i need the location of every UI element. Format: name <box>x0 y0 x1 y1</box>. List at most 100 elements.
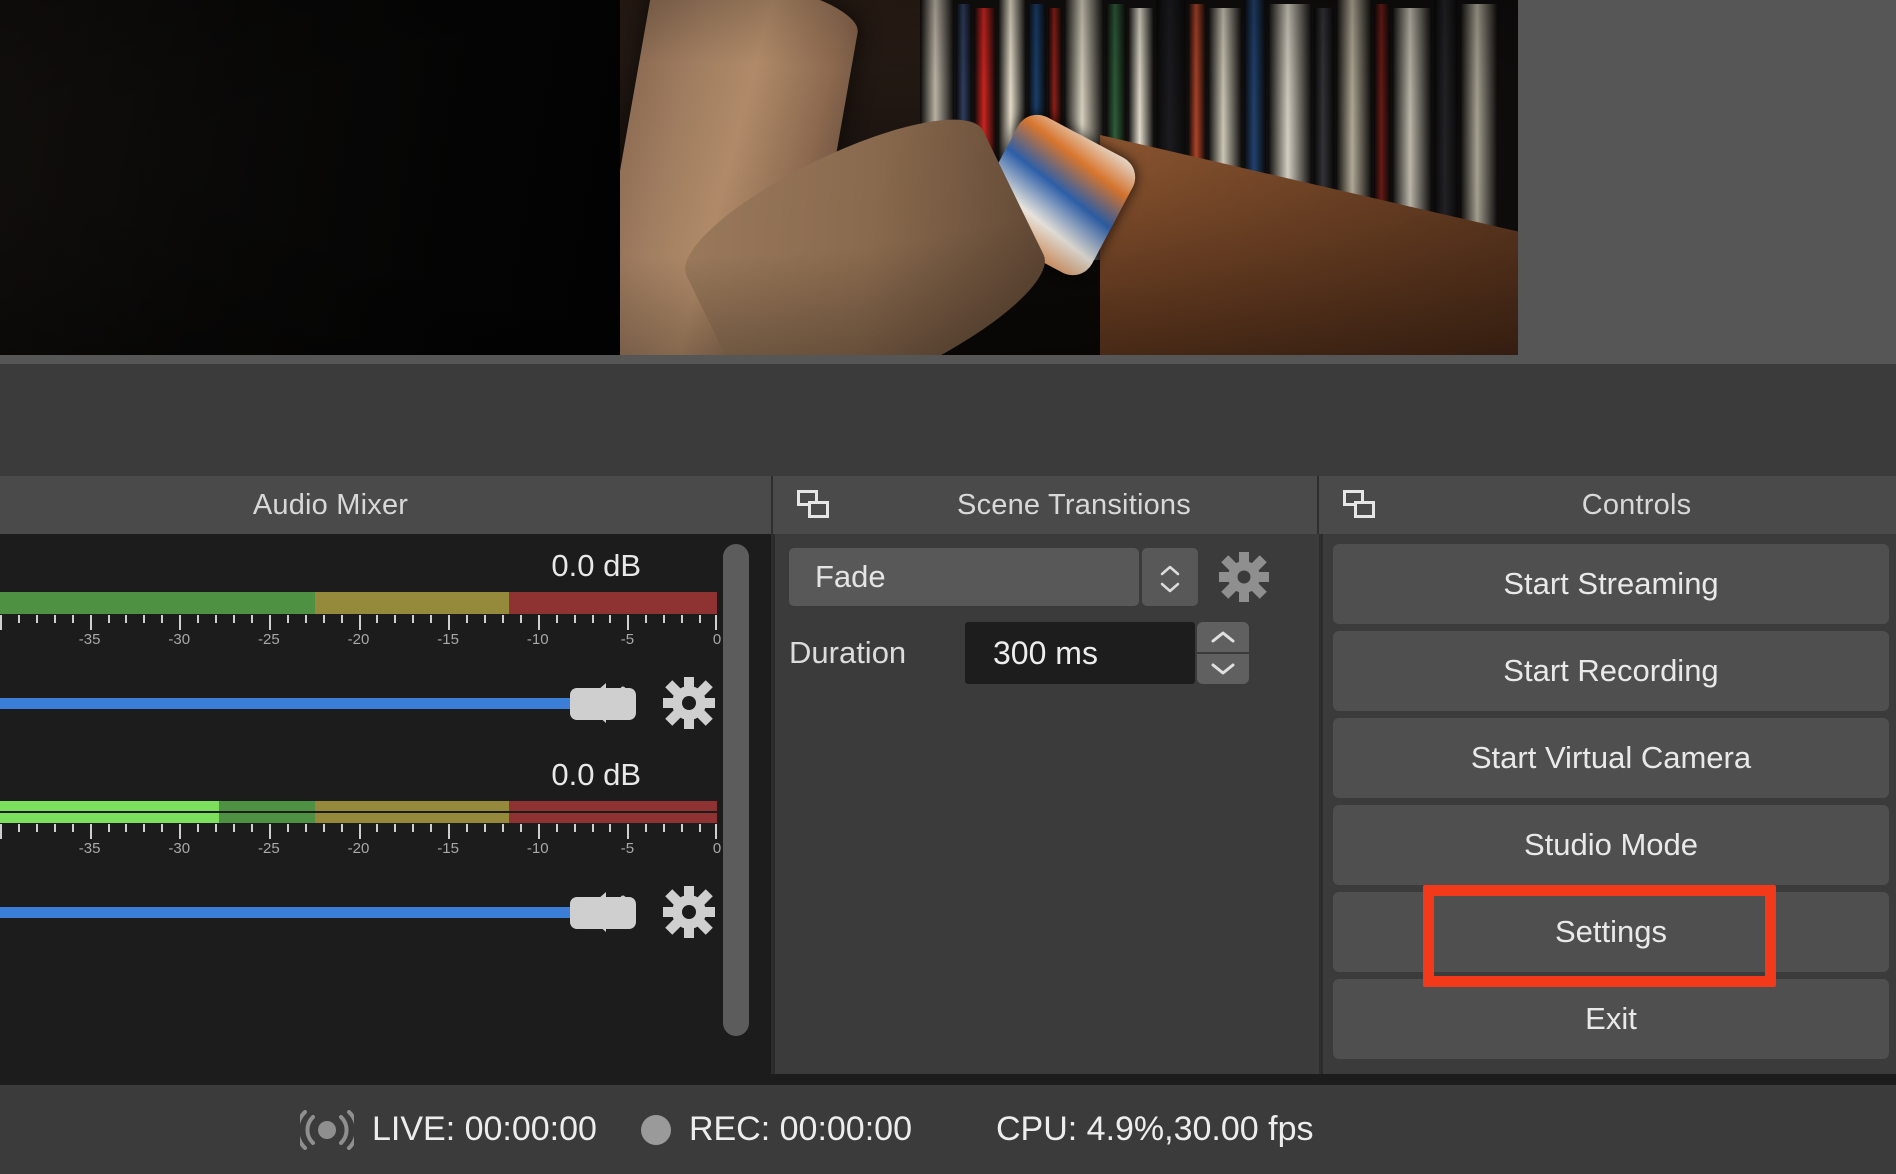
transition-select-value: Fade <box>815 559 886 594</box>
control-button-start-recording[interactable]: Start Recording <box>1333 631 1889 711</box>
chevron-down-icon <box>1160 580 1180 593</box>
panel-header-scene-transitions: Scene Transitions <box>773 476 1319 534</box>
gear-icon[interactable] <box>661 677 717 729</box>
meter-tick <box>430 615 433 623</box>
transition-select-arrows[interactable] <box>1142 548 1198 606</box>
duration-decrement-button[interactable] <box>1197 654 1249 684</box>
meter-tick <box>304 615 307 623</box>
audio-mixer-scrollbar[interactable] <box>723 544 749 1036</box>
status-rec: REC: 00:00:00 <box>640 1110 912 1149</box>
meter-tick <box>627 615 630 630</box>
duration-input[interactable]: 300 ms <box>965 622 1195 684</box>
meter-tick <box>519 824 522 832</box>
meter-tick <box>663 824 666 832</box>
meter-tick <box>699 824 702 832</box>
meter-tick <box>0 824 2 839</box>
meter-tick-label: -35 <box>78 631 101 648</box>
meter-tick <box>573 615 576 623</box>
chevron-up-icon <box>1160 563 1180 576</box>
meter-tick <box>197 615 200 623</box>
meter-tick <box>715 615 717 630</box>
meter-tick-label: -15 <box>437 840 459 857</box>
meter-tick-label: -35 <box>78 840 101 857</box>
gear-icon[interactable] <box>661 886 717 938</box>
meter-tick <box>0 615 2 630</box>
meter-tick <box>537 615 540 630</box>
meter-tick <box>645 824 648 832</box>
meter-tick <box>555 824 558 832</box>
meter-tick <box>483 615 486 623</box>
meter-tick <box>215 615 218 623</box>
meter-tick <box>250 824 253 832</box>
record-dot-icon <box>640 1114 671 1145</box>
meter-tick <box>483 824 486 832</box>
meter-tick <box>143 824 146 832</box>
meter-tick <box>322 615 325 623</box>
meter-tick <box>609 824 612 832</box>
meter-tick <box>107 615 110 623</box>
video-vignette <box>0 0 1518 355</box>
meter-tick <box>394 615 397 623</box>
duration-stepper[interactable] <box>1197 622 1249 684</box>
live-timer: LIVE: 00:00:00 <box>372 1110 597 1148</box>
meter-tick <box>340 615 343 623</box>
mixer-bottom-edge <box>0 1074 773 1085</box>
meter-tick <box>412 824 415 832</box>
meter-tick <box>430 824 433 832</box>
transition-select-row: Fade <box>789 548 1319 606</box>
cpu-usage: CPU: 4.9%,30.00 fps <box>995 1110 1314 1148</box>
meter-tick-label: -30 <box>168 631 191 648</box>
float-dock-icon[interactable] <box>1343 490 1377 520</box>
duration-label: Duration <box>789 635 907 670</box>
channel-volume-row <box>0 677 733 729</box>
mixer-channel: 0.0 dB -35 -30 -25 -20 -15 -10 -5 0 <box>0 743 733 938</box>
control-button-settings[interactable]: Settings <box>1333 892 1889 972</box>
meter-tick <box>197 824 200 832</box>
float-dock-icon[interactable] <box>797 490 831 520</box>
audio-level-meter <box>0 801 717 823</box>
controls-title: Controls <box>1581 488 1692 521</box>
meter-tick <box>89 824 92 839</box>
meter-tick <box>233 824 236 832</box>
control-button-start-virtual-camera[interactable]: Start Virtual Camera <box>1333 718 1889 798</box>
meter-tick <box>466 615 469 623</box>
meter-tick <box>250 615 253 623</box>
meter-tick <box>215 824 218 832</box>
meter-tick <box>71 615 74 623</box>
panel-header-row: Audio Mixer Scene Transitions Controls <box>0 476 1896 534</box>
volume-slider[interactable] <box>0 895 636 929</box>
channel-volume-row <box>0 886 733 938</box>
control-button-start-streaming[interactable]: Start Streaming <box>1333 544 1889 624</box>
broadcast-icon <box>300 1109 354 1150</box>
video-preview[interactable] <box>0 0 1518 355</box>
meter-tick <box>609 615 612 623</box>
panel-header-audio-mixer: Audio Mixer <box>0 476 773 534</box>
meter-tick-label: 0 <box>712 840 722 857</box>
status-live: LIVE: 00:00:00 <box>300 1109 597 1150</box>
meter-tick <box>681 615 684 623</box>
meter-tick <box>268 824 271 839</box>
meter-tick <box>645 615 648 623</box>
scrollbar-thumb[interactable] <box>723 544 749 1036</box>
meter-tick-label: -20 <box>347 631 370 648</box>
transition-duration-row: Duration 300 ms <box>789 622 1319 684</box>
meter-tick-label: -10 <box>526 840 549 857</box>
controls-panel: Start Streaming Start Recording Start Virt… <box>1323 534 1896 1074</box>
meter-tick-label: -25 <box>258 631 280 648</box>
meter-tick <box>125 824 128 832</box>
control-button-studio-mode[interactable]: Studio Mode <box>1333 805 1889 885</box>
meter-tick <box>53 615 56 623</box>
meter-tick <box>161 824 164 832</box>
meter-tick-label: -25 <box>258 840 280 857</box>
volume-slider[interactable] <box>0 686 636 720</box>
meter-tick <box>107 824 110 832</box>
status-bar: LIVE: 00:00:00 REC: 00:00:00 CPU: 4.9%,3… <box>0 1085 1896 1174</box>
transition-select[interactable]: Fade <box>789 548 1139 606</box>
control-button-exit[interactable]: Exit <box>1333 979 1889 1059</box>
meter-tick <box>448 824 451 839</box>
meter-tick <box>35 824 38 832</box>
meter-tick <box>555 615 558 623</box>
duration-increment-button[interactable] <box>1197 622 1249 652</box>
gear-icon[interactable] <box>1218 552 1270 602</box>
scene-transitions-panel: Fade Duration 300 ms <box>775 534 1321 1074</box>
